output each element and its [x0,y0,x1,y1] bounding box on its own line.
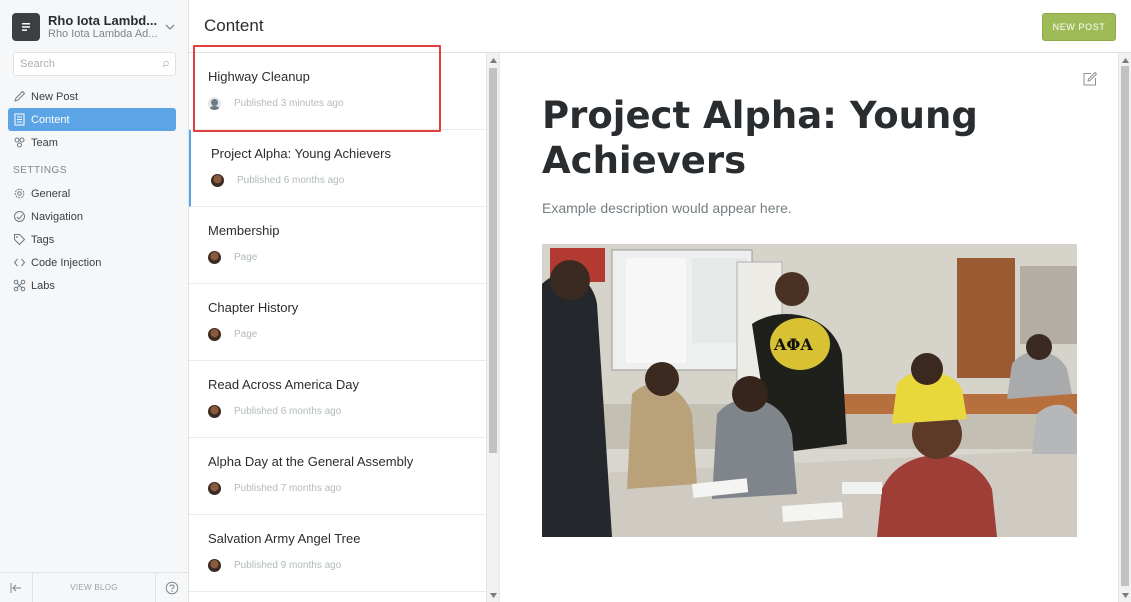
settings-heading: SETTINGS [13,165,68,176]
scroll-up-arrow[interactable] [1119,54,1131,66]
post-status: Page [234,252,258,263]
list-item[interactable]: Membership Page [189,207,486,284]
labs-icon [13,279,26,292]
code-icon [13,258,26,267]
sidebar-item-label: Tags [31,233,55,246]
tag-icon [14,234,26,246]
post-status: Published 6 months ago [237,175,345,186]
list-item[interactable]: Project Alpha: Young Achievers Published… [189,130,486,207]
post-feature-image: ΑΦΑ [542,244,1077,537]
avatar [208,251,221,264]
post-list-scrollbar[interactable] [486,53,498,602]
post-list: Highway Cleanup Published 3 minutes ago … [189,53,486,602]
shirt-lettering: ΑΦΑ [773,335,813,354]
team-icon [14,137,25,148]
sidebar-item-label: New Post [31,90,79,103]
sidebar-item-labs[interactable]: Labs [8,274,176,297]
pencil-icon [14,90,26,102]
preview-scrollbar[interactable] [1118,53,1131,602]
list-item[interactable]: Salvation Army Angel Tree Published 9 mo… [189,515,486,592]
post-status: Page [234,329,258,340]
sidebar-item-label: Content [31,113,70,126]
view-blog-link[interactable]: VIEW BLOG [32,572,156,602]
sidebar-item-label: Team [31,136,58,149]
sidebar-item-label: Labs [31,279,55,292]
post-title: Alpha Day at the General Assembly [208,454,414,469]
post-status: Published 7 months ago [234,483,342,494]
post-title: Chapter History [208,300,299,315]
search-input[interactable] [20,58,162,70]
post-title: Salvation Army Angel Tree [208,531,361,546]
post-title: Highway Cleanup [208,69,310,84]
collapse-icon [10,582,21,593]
avatar [208,482,221,495]
compass-icon [14,211,25,222]
avatar [208,405,221,418]
sidebar-item-content[interactable]: Content [8,108,176,131]
post-title: Membership [208,223,280,238]
collapse-sidebar-button[interactable] [0,573,32,602]
document-icon [14,113,25,126]
sidebar-item-label: General [31,187,71,200]
scroll-down-arrow[interactable] [1119,589,1131,601]
preview-title: Project Alpha: Young Achievers [542,94,978,182]
scroll-thumb[interactable] [489,68,497,453]
content-header: Content NEW POST [189,0,1131,53]
post-title: Read Across America Day [208,377,360,392]
list-item[interactable]: Read Across America Day Published 6 mont… [189,361,486,438]
sidebar-item-label: Code Injection [31,256,102,269]
new-post-button[interactable]: NEW POST [1042,13,1116,41]
blog-subtitle: Rho Iota Lambda Ad... [48,28,158,40]
search-icon[interactable] [162,58,169,70]
post-preview: Project Alpha: Young Achievers Example d… [500,53,1118,602]
sidebar-item-label: Navigation [31,210,83,223]
help-icon [165,581,179,594]
blog-logo-icon [22,23,30,31]
sidebar-nav: New Post Content Team SETTINGS General N… [8,85,176,297]
avatar [211,174,224,187]
avatar [208,328,221,341]
list-item[interactable]: Chapter History Page [189,284,486,361]
sidebar-item-new-post[interactable]: New Post [8,85,176,108]
preview-description: Example description would appear here. [542,200,792,216]
avatar [208,559,221,572]
blog-title: Rho Iota Lambd... [48,13,158,28]
post-status: Published 6 months ago [234,406,342,417]
search-box [13,52,176,76]
blog-logo [12,13,40,41]
gear-icon [14,188,25,199]
list-item[interactable]: Highway Cleanup Published 3 minutes ago [189,53,486,130]
sidebar-footer: VIEW BLOG [0,572,188,602]
sidebar-item-general[interactable]: General [8,182,176,205]
sidebar-item-navigation[interactable]: Navigation [8,205,176,228]
post-status: Published 9 months ago [234,560,342,571]
post-title: Project Alpha: Young Achievers [211,146,391,161]
help-button[interactable] [156,573,188,602]
blog-switcher[interactable]: Rho Iota Lambd... Rho Iota Lambda Ad... [12,12,177,42]
post-status: Published 3 minutes ago [234,98,344,109]
sidebar-item-team[interactable]: Team [8,131,176,154]
page-title: Content [204,16,264,35]
list-item[interactable]: Alpha Day at the General Assembly Publis… [189,438,486,515]
avatar [208,97,221,110]
chevron-down-icon[interactable] [163,20,177,34]
scroll-thumb[interactable] [1121,66,1129,586]
sidebar-item-code-injection[interactable]: Code Injection [8,251,176,274]
sidebar: Rho Iota Lambd... Rho Iota Lambda Ad... … [0,0,189,602]
sidebar-item-tags[interactable]: Tags [8,228,176,251]
edit-icon[interactable] [1082,71,1098,87]
